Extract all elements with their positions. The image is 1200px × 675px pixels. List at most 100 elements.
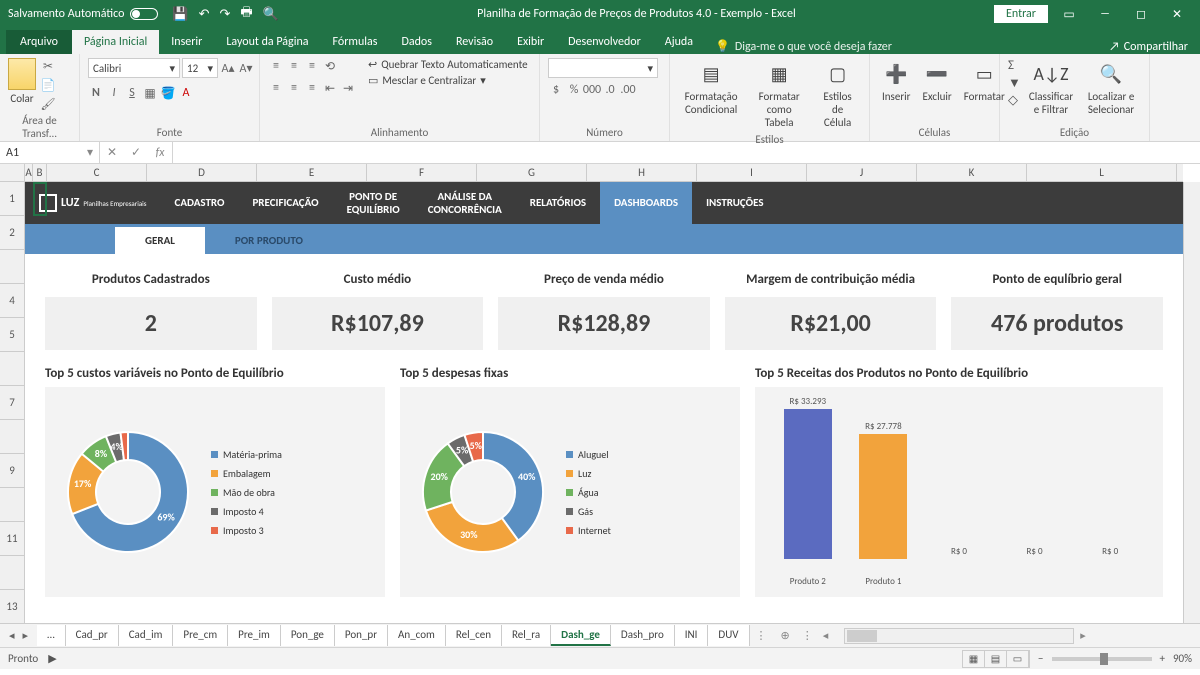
- new-sheet-icon[interactable]: ⊕: [773, 629, 798, 642]
- tab-review[interactable]: Revisão: [444, 30, 505, 54]
- select-all-corner[interactable]: [0, 164, 25, 181]
- fx-icon[interactable]: fx: [148, 146, 172, 160]
- font-name-select[interactable]: Calibri▾: [88, 58, 180, 78]
- undo-icon[interactable]: ↶: [199, 7, 210, 22]
- sheet-tab[interactable]: Cad_im: [119, 625, 174, 646]
- tab-file[interactable]: Arquivo: [6, 30, 72, 54]
- align-bot-icon[interactable]: ≡: [304, 58, 320, 74]
- copy-icon[interactable]: 📄: [40, 77, 56, 93]
- sign-in-button[interactable]: Entrar: [994, 5, 1048, 23]
- sheet-tab[interactable]: …: [37, 625, 66, 646]
- col-header-A[interactable]: A: [25, 164, 33, 181]
- zoom-slider[interactable]: [1052, 657, 1152, 661]
- grow-font-icon[interactable]: A▴: [220, 60, 236, 76]
- preview-icon[interactable]: 🔍: [263, 7, 279, 22]
- tab-view[interactable]: Exibir: [505, 30, 556, 54]
- tab-help[interactable]: Ajuda: [653, 30, 705, 54]
- zoom-level[interactable]: 90%: [1173, 652, 1192, 665]
- ribbon-options-icon[interactable]: ▭: [1054, 4, 1084, 24]
- zoom-out-icon[interactable]: −: [1038, 652, 1043, 665]
- align-center-icon[interactable]: ≡: [286, 80, 302, 96]
- fill-down-icon[interactable]: ▼: [1008, 75, 1021, 91]
- sheet-tab[interactable]: Rel_cen: [446, 625, 502, 646]
- col-header-I[interactable]: I: [697, 164, 807, 181]
- merge-button[interactable]: ▭Mesclar e Centralizar▾: [368, 74, 528, 87]
- col-header-L[interactable]: L: [1027, 164, 1177, 181]
- col-header-F[interactable]: F: [367, 164, 477, 181]
- clear-icon[interactable]: ◇: [1008, 93, 1021, 108]
- border-icon[interactable]: ▦: [142, 85, 158, 101]
- delete-cells-button[interactable]: ➖Excluir: [919, 58, 956, 105]
- sort-filter-button[interactable]: A↓ZClassificar e Filtrar: [1025, 58, 1077, 118]
- currency-icon[interactable]: $: [548, 82, 564, 98]
- horizontal-scrollbar[interactable]: [844, 628, 1074, 644]
- nav-item[interactable]: PONTO DEEQUILÍBRIO: [333, 182, 414, 224]
- dec-inc-icon[interactable]: .0: [602, 82, 618, 98]
- tab-layout[interactable]: Layout da Página: [214, 30, 320, 54]
- row-header[interactable]: 9: [0, 454, 24, 488]
- formula-bar[interactable]: [173, 142, 1200, 163]
- sheet-tab[interactable]: DUV: [708, 625, 749, 646]
- sheet-tab[interactable]: Pon_ge: [281, 625, 335, 646]
- sheet-tab[interactable]: Pre_im: [228, 625, 281, 646]
- nav-item[interactable]: RELATÓRIOS: [516, 182, 600, 224]
- name-box[interactable]: A1▾: [0, 142, 100, 163]
- col-header-K[interactable]: K: [917, 164, 1027, 181]
- sheet-tab[interactable]: INI: [675, 625, 709, 646]
- conditional-format-button[interactable]: ▤Formatação Condicional: [678, 58, 744, 118]
- save-icon[interactable]: 💾: [172, 7, 188, 22]
- indent-inc-icon[interactable]: ⇥: [340, 80, 356, 96]
- col-header-H[interactable]: H: [587, 164, 697, 181]
- format-table-button[interactable]: ▦Formatar como Tabela: [748, 58, 810, 131]
- align-right-icon[interactable]: ≡: [304, 80, 320, 96]
- align-left-icon[interactable]: ≡: [268, 80, 284, 96]
- print-icon[interactable]: 🖶: [240, 3, 252, 25]
- wrap-text-button[interactable]: ↩Quebrar Texto Automaticamente: [368, 58, 528, 71]
- row-header[interactable]: [0, 420, 24, 454]
- view-break-icon[interactable]: ▭: [1007, 651, 1029, 667]
- sheet-content[interactable]: LUZPlanilhas Empresariais CADASTROPRECIF…: [25, 182, 1183, 623]
- view-normal-icon[interactable]: ▦: [963, 651, 985, 667]
- col-header-D[interactable]: D: [147, 164, 257, 181]
- zoom-in-icon[interactable]: +: [1160, 652, 1165, 665]
- italic-icon[interactable]: I: [106, 85, 122, 101]
- nav-item[interactable]: INSTRUÇÕES: [692, 182, 777, 224]
- maximize-icon[interactable]: ◻: [1126, 4, 1156, 24]
- nav-item[interactable]: DASHBOARDS: [600, 182, 692, 224]
- nav-item[interactable]: CADASTRO: [161, 182, 239, 224]
- close-icon[interactable]: ✕: [1162, 4, 1192, 24]
- sheet-tab[interactable]: Cad_pr: [66, 625, 119, 646]
- view-layout-icon[interactable]: ▤: [985, 651, 1007, 667]
- fill-icon[interactable]: 🪣: [160, 85, 176, 101]
- row-header[interactable]: 13: [0, 590, 24, 624]
- sub-tab[interactable]: GERAL: [115, 227, 205, 254]
- sheet-tab[interactable]: Dash_pro: [611, 625, 675, 646]
- sum-icon[interactable]: Σ: [1008, 58, 1021, 73]
- minimize-icon[interactable]: ―: [1090, 4, 1120, 24]
- row-header[interactable]: 5: [0, 318, 24, 352]
- shrink-font-icon[interactable]: A▾: [238, 60, 254, 76]
- align-mid-icon[interactable]: ≡: [286, 58, 302, 74]
- tab-data[interactable]: Dados: [389, 30, 443, 54]
- sheet-tab[interactable]: Dash_ge: [551, 625, 611, 646]
- row-header[interactable]: [0, 352, 24, 386]
- paste-button[interactable]: Colar: [8, 58, 36, 105]
- sheet-tab[interactable]: Pre_cm: [173, 625, 228, 646]
- find-select-button[interactable]: 🔍Localizar e Selecionar: [1081, 58, 1141, 118]
- row-headers[interactable]: 1245791113: [0, 182, 25, 624]
- cell-styles-button[interactable]: ▢Estilos de Célula: [814, 58, 861, 131]
- sheet-tab[interactable]: Rel_ra: [502, 625, 551, 646]
- dec-dec-icon[interactable]: .00: [620, 82, 636, 98]
- number-format-select[interactable]: ▾: [548, 58, 658, 78]
- font-size-select[interactable]: 12▾: [182, 58, 218, 78]
- cut-icon[interactable]: ✂: [40, 58, 56, 74]
- row-header[interactable]: 2: [0, 216, 24, 250]
- sheet-tab[interactable]: An_com: [388, 625, 446, 646]
- column-headers[interactable]: ABCDEFGHIJKL: [0, 164, 1183, 182]
- orientation-icon[interactable]: ⟲: [322, 58, 338, 74]
- col-header-E[interactable]: E: [257, 164, 367, 181]
- tab-insert[interactable]: Inserir: [159, 30, 214, 54]
- auto-save-toggle[interactable]: Salvamento Automático: [8, 7, 158, 21]
- enter-formula-icon[interactable]: ✓: [124, 145, 148, 160]
- bold-icon[interactable]: N: [88, 85, 104, 101]
